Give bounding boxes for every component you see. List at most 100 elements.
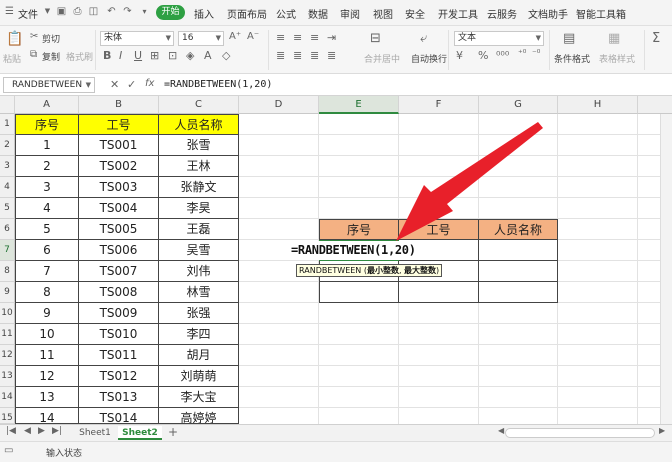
auto-wrap-button[interactable]: 自动换行 [411, 52, 447, 65]
macro-icon[interactable]: ▭ [4, 445, 13, 456]
table-cell[interactable]: 9 [15, 303, 79, 324]
grid-cell[interactable] [558, 135, 638, 156]
table-cell[interactable]: 6 [15, 240, 79, 261]
grid-cell[interactable] [319, 408, 399, 424]
grid-cell[interactable] [479, 366, 558, 387]
row-header[interactable]: 13 [0, 366, 15, 387]
row-header[interactable]: 6 [0, 219, 15, 240]
confirm-icon[interactable]: ✓ [127, 78, 136, 91]
table-cell[interactable]: 刘伟 [159, 261, 239, 282]
lookup-cell[interactable] [399, 282, 479, 303]
grid-cell[interactable] [239, 408, 319, 424]
grid-cell[interactable] [399, 387, 479, 408]
percent-icon[interactable]: % [478, 49, 488, 62]
table-cell[interactable]: 10 [15, 324, 79, 345]
paste-button[interactable]: 粘贴 [3, 52, 21, 65]
strikethrough-icon[interactable]: ⊡ [168, 49, 177, 62]
table-cell[interactable]: 4 [15, 198, 79, 219]
table-cell[interactable]: 5 [15, 219, 79, 240]
indent-icon[interactable]: ⇥ [327, 31, 336, 44]
currency-icon[interactable]: ¥ [456, 49, 463, 62]
table-cell[interactable]: TS014 [79, 408, 159, 424]
symbol-icon[interactable]: Σ [652, 31, 660, 46]
lookup-header-id[interactable]: 工号 [399, 219, 479, 240]
row-header[interactable]: 1 [0, 114, 15, 135]
grid-cell[interactable] [319, 198, 399, 219]
table-cell[interactable]: TS008 [79, 282, 159, 303]
table-cell[interactable]: 张静文 [159, 177, 239, 198]
row-header[interactable]: 7 [0, 240, 15, 261]
column-header-f[interactable]: F [399, 96, 479, 114]
cut-button[interactable]: 剪切 [42, 32, 60, 45]
table-cell[interactable]: 8 [15, 282, 79, 303]
table-cell[interactable]: 王林 [159, 156, 239, 177]
merge-center-button[interactable]: 合并居中 [364, 52, 400, 65]
grid-cell[interactable] [239, 135, 319, 156]
row-header[interactable]: 15 [0, 408, 15, 424]
column-header-c[interactable]: C [159, 96, 239, 114]
row-header[interactable]: 10 [0, 303, 15, 324]
table-cell[interactable]: 王磊 [159, 219, 239, 240]
undo-icon[interactable]: ↶ [106, 6, 117, 17]
table-cell[interactable]: TS010 [79, 324, 159, 345]
grid-cell[interactable] [479, 156, 558, 177]
grid-cell[interactable] [558, 324, 638, 345]
grid-cell[interactable] [319, 114, 399, 135]
prev-sheet-icon[interactable]: ◀ [24, 426, 31, 436]
font-color-icon[interactable]: A [204, 49, 212, 62]
row-header[interactable]: 14 [0, 387, 15, 408]
grid-cell[interactable] [558, 219, 638, 240]
table-cell[interactable]: 13 [15, 387, 79, 408]
lookup-header-name[interactable]: 人员名称 [479, 219, 558, 240]
tab-doc-assistant[interactable]: 文档助手 [528, 6, 568, 21]
font-shrink-icon[interactable]: A⁻ [247, 31, 259, 42]
table-style-button[interactable]: 表格样式 [599, 52, 635, 65]
grid-cell[interactable] [399, 198, 479, 219]
grid-cell[interactable] [319, 135, 399, 156]
column-header-h[interactable]: H [558, 96, 638, 114]
grid-cell[interactable] [239, 177, 319, 198]
grid-cell[interactable] [399, 135, 479, 156]
tab-security[interactable]: 安全 [405, 6, 425, 21]
table-cell[interactable]: TS012 [79, 366, 159, 387]
number-format-select[interactable]: 文本 ▼ [454, 31, 544, 46]
table-cell[interactable]: TS001 [79, 135, 159, 156]
row-header[interactable]: 11 [0, 324, 15, 345]
lookup-cell[interactable] [319, 282, 399, 303]
increase-decimal-icon[interactable]: ⁺⁰ [518, 49, 526, 59]
grid-cell[interactable] [319, 345, 399, 366]
horizontal-scrollbar[interactable] [505, 428, 655, 438]
table-cell[interactable]: 高婷婷 [159, 408, 239, 424]
cancel-icon[interactable]: ✕ [110, 78, 119, 91]
align-top-icon[interactable]: ≡ [276, 31, 285, 44]
table-cell[interactable]: TS011 [79, 345, 159, 366]
chevron-down-icon[interactable]: ▼ [42, 6, 53, 17]
tab-smart-toolbox[interactable]: 智能工具箱 [576, 6, 626, 21]
table-cell[interactable]: TS003 [79, 177, 159, 198]
vertical-scrollbar[interactable] [660, 114, 672, 424]
bold-icon[interactable]: B [103, 49, 111, 62]
column-header-d[interactable]: D [239, 96, 319, 114]
fill-color-icon[interactable]: ◈ [186, 49, 194, 62]
column-header-g[interactable]: G [479, 96, 558, 114]
row-header[interactable]: 12 [0, 345, 15, 366]
table-cell[interactable]: 张雪 [159, 135, 239, 156]
customize-icon[interactable]: ▾ [139, 6, 150, 17]
font-size-select[interactable]: 16 ▼ [178, 31, 224, 46]
grid-cell[interactable] [479, 324, 558, 345]
grid-cell[interactable] [319, 156, 399, 177]
grid-cell[interactable] [399, 303, 479, 324]
grid-cell[interactable] [479, 408, 558, 424]
lookup-cell[interactable] [479, 240, 558, 261]
grid-cell[interactable] [558, 408, 638, 424]
align-center-icon[interactable]: ≣ [293, 49, 302, 62]
justify-icon[interactable]: ≣ [327, 49, 336, 62]
row-header[interactable]: 2 [0, 135, 15, 156]
grid-cell[interactable] [239, 324, 319, 345]
decrease-decimal-icon[interactable]: ⁻⁰ [532, 49, 540, 59]
row-header[interactable]: 8 [0, 261, 15, 282]
grid-cell[interactable] [239, 303, 319, 324]
tab-data[interactable]: 数据 [308, 6, 328, 21]
tab-insert[interactable]: 插入 [194, 6, 214, 21]
grid-cell[interactable] [558, 114, 638, 135]
